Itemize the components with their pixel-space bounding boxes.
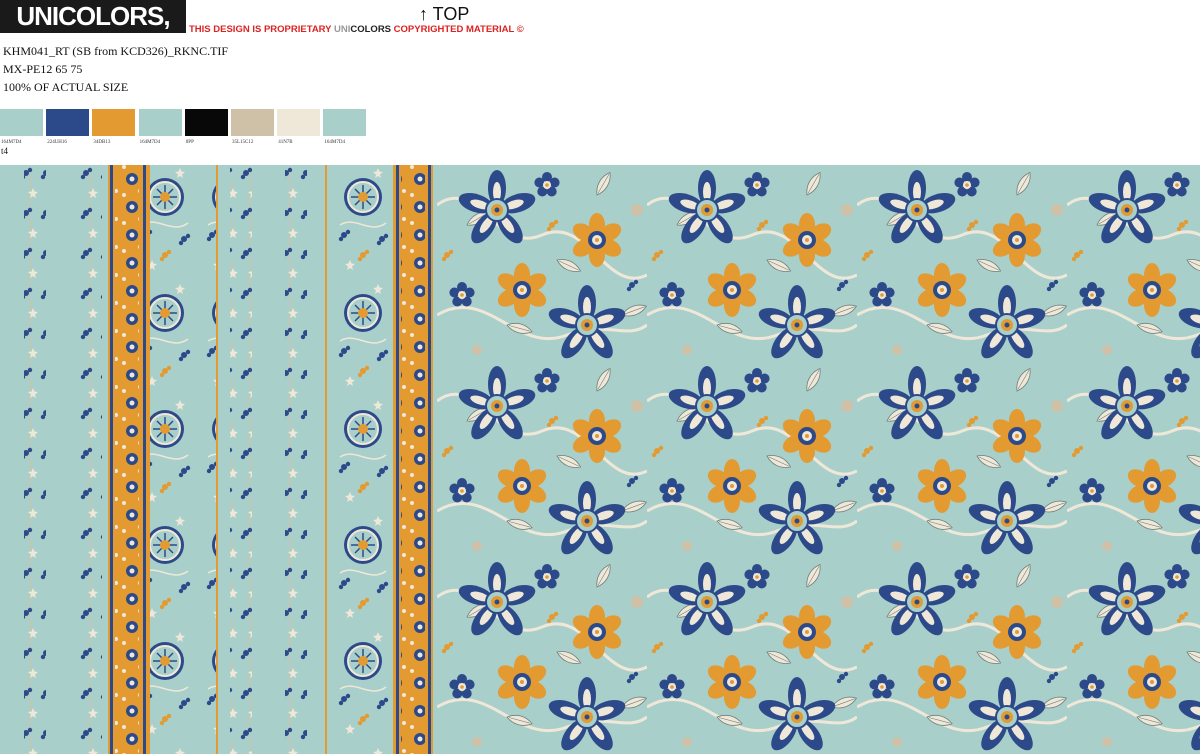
- color-swatch: [46, 109, 90, 136]
- color-swatch-label: 164M7D4: [139, 140, 161, 145]
- scale-note: 100% OF ACTUAL SIZE: [3, 80, 129, 94]
- top-orientation-label: ↑ TOP: [419, 4, 470, 24]
- color-swatch: [231, 109, 274, 136]
- file-name: KHM041_RT (SB from KCD326)_RKNC.TIF: [3, 44, 229, 58]
- swatch-overflow-label: t4: [1, 146, 9, 156]
- color-swatch: [323, 109, 367, 136]
- notice-text-2: COPYRIGHTED MATERIAL ©: [391, 24, 524, 35]
- color-swatch: [0, 109, 43, 136]
- color-swatch-label: 164M7D4: [1, 140, 22, 145]
- color-code: MX-PE12 65 75: [3, 62, 83, 76]
- color-swatch-label: 34DB13: [93, 140, 111, 145]
- color-swatch: [92, 109, 136, 136]
- color-swatch-label: 41N7B: [278, 140, 293, 145]
- color-swatch: [138, 109, 182, 136]
- fabric-print-preview: [0, 165, 1200, 754]
- color-swatch-label: 224UH16: [47, 140, 67, 145]
- color-swatch-label: 35L15C12: [232, 140, 254, 145]
- color-swatch: [184, 109, 228, 136]
- notice-text-1: THIS DESIGN IS PROPRIETARY: [189, 24, 334, 35]
- notice-colors: COLORS: [350, 24, 392, 35]
- color-swatch-label: 164M7D4: [324, 140, 345, 145]
- color-swatch-label: 0PP: [185, 140, 194, 145]
- notice-uni: UNI: [334, 24, 351, 35]
- color-swatch: [277, 109, 321, 136]
- company-logo: UNICOLORS, INC.: [0, 0, 186, 64]
- copyright-notice: THIS DESIGN IS PROPRIETARY UNICOLORS COP…: [189, 24, 524, 35]
